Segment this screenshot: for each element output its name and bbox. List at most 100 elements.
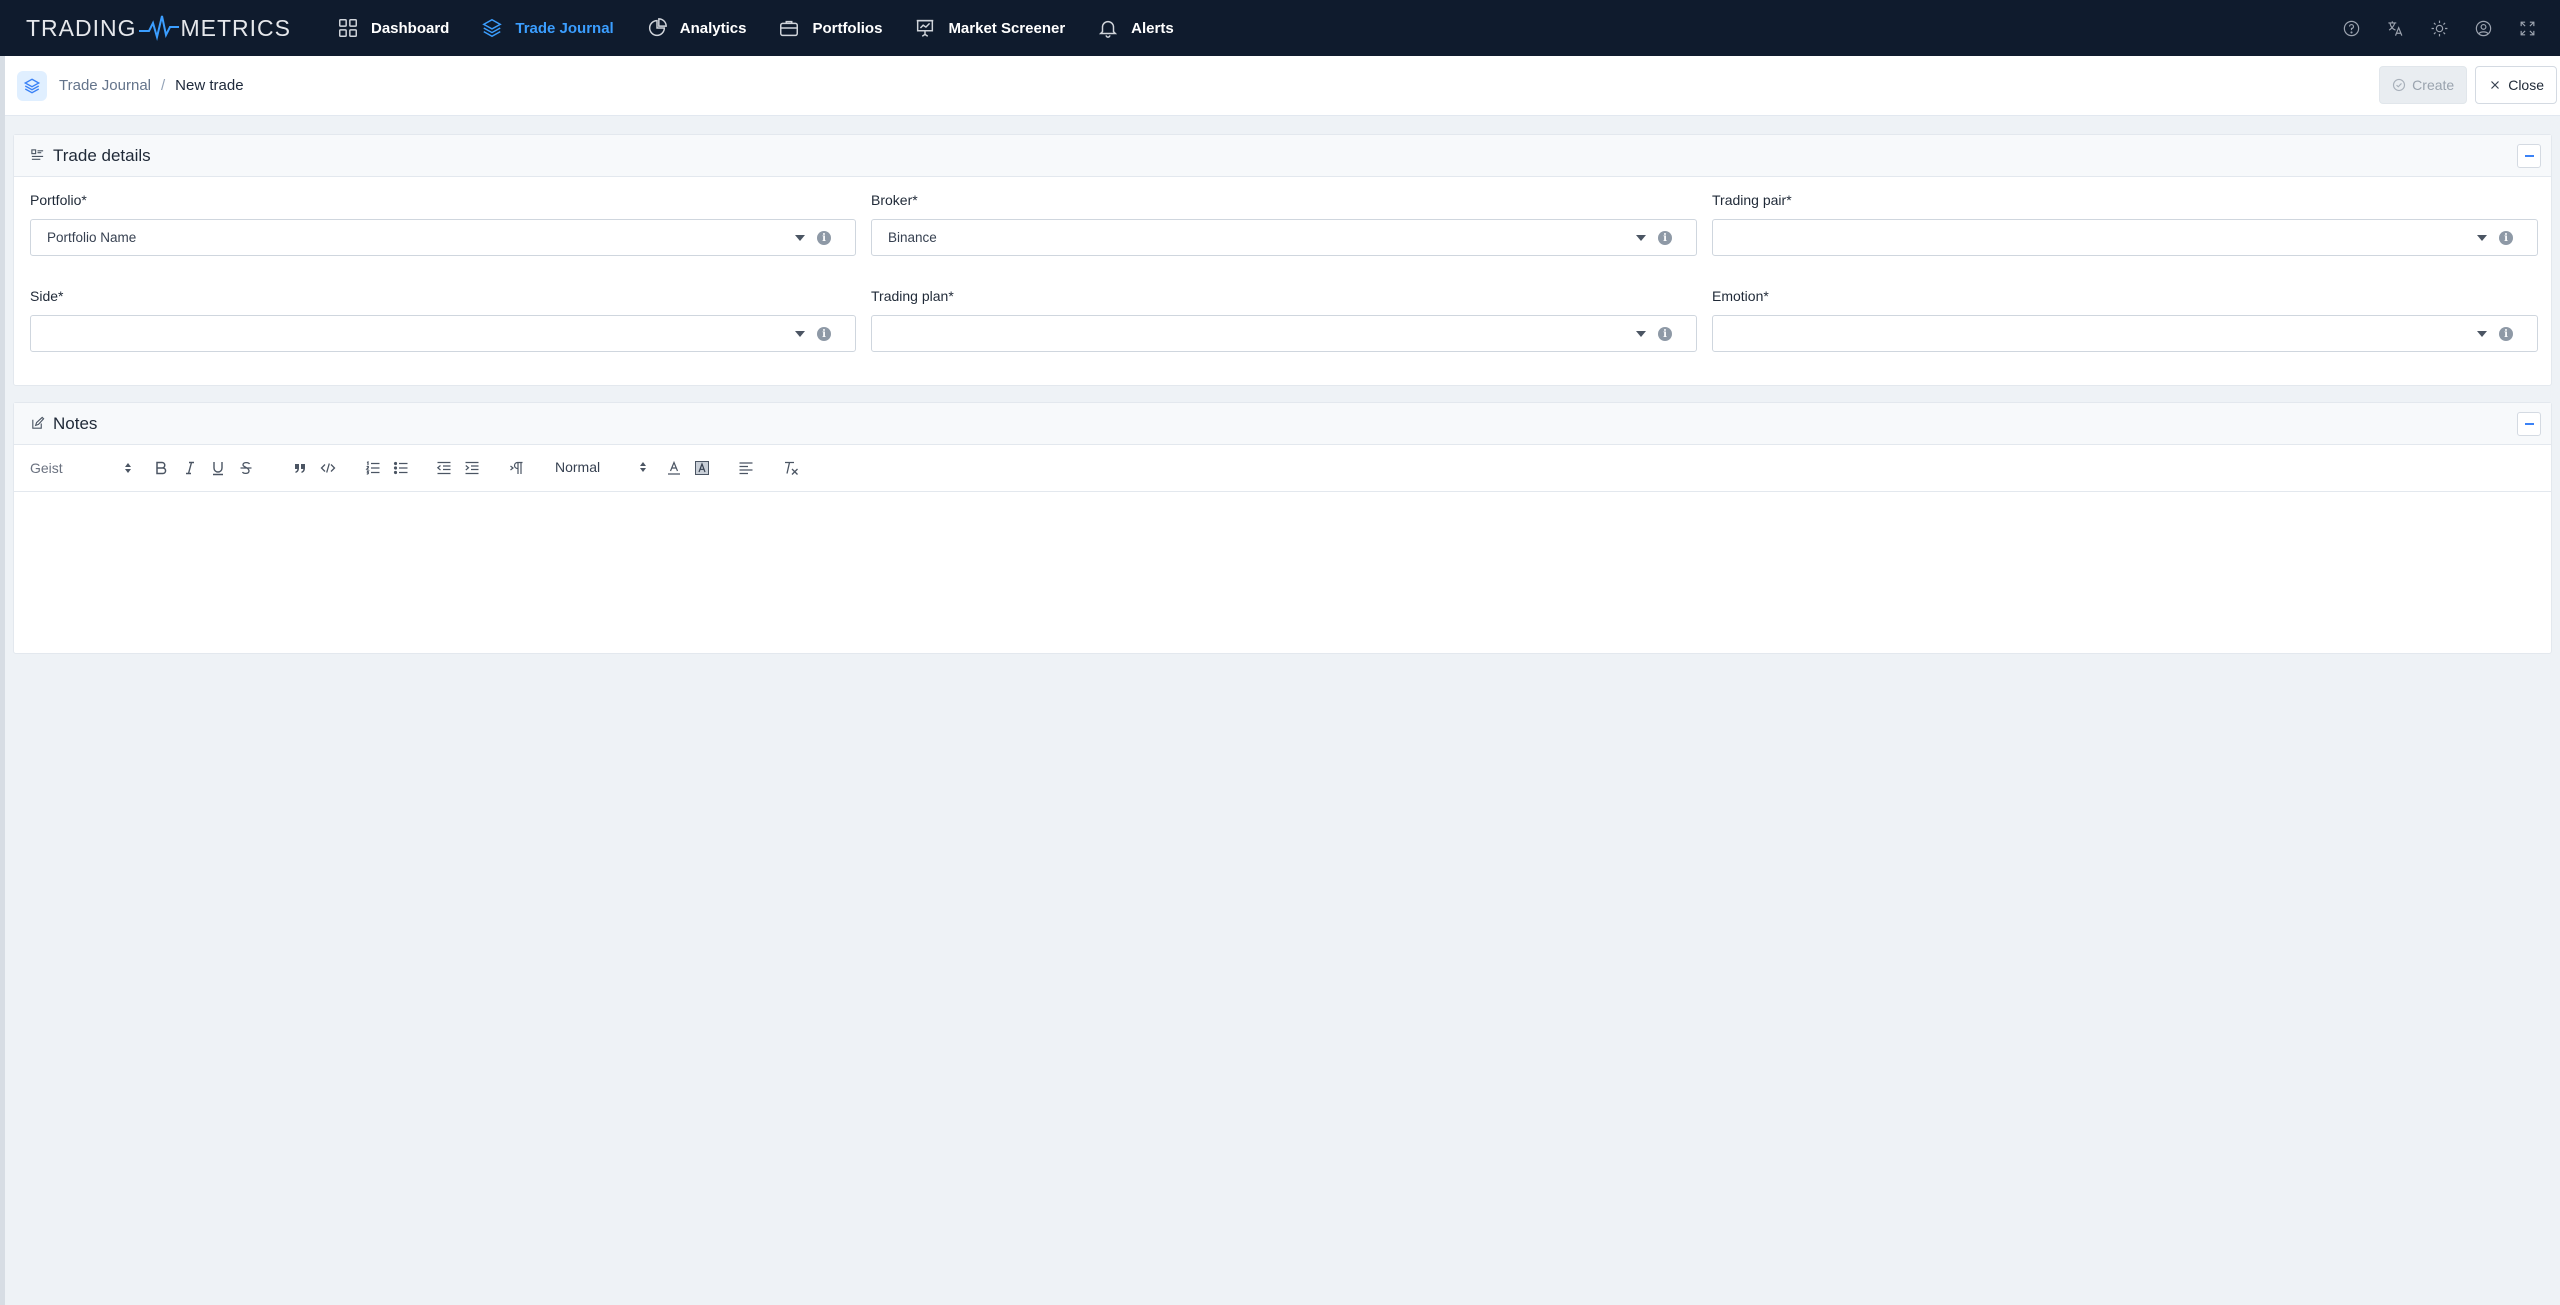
text-size-value: Normal [555,459,601,475]
trading-plan-select[interactable]: i [871,315,1697,352]
emotion-select[interactable]: i [1712,315,2538,352]
fullscreen-button[interactable] [2516,17,2538,39]
layers-icon [482,18,503,38]
create-button-label: Create [2412,77,2455,93]
bell-icon [1099,20,1118,38]
theme-toggle-button[interactable] [2428,17,2450,39]
blockquote-button[interactable] [291,459,309,477]
updown-icon [125,463,131,473]
info-icon[interactable]: i [817,231,831,245]
strikethrough-button[interactable] [237,459,255,477]
trade-details-collapse-button[interactable] [2517,144,2541,168]
bold-button[interactable] [152,459,170,477]
broker-field: Broker* Binance i [871,192,1697,256]
ordered-list-button[interactable] [364,459,382,477]
info-icon[interactable]: i [2499,231,2513,245]
indent-button[interactable] [463,459,481,477]
edit-icon [32,416,45,429]
nav-market-screener-label: Market Screener [948,19,1066,37]
create-button[interactable]: Create [2379,66,2468,104]
nav-trade-journal[interactable]: Trade Journal [465,0,629,56]
outdent-button[interactable] [435,459,453,477]
close-button[interactable]: Close [2475,66,2557,104]
close-button-label: Close [2508,77,2544,93]
align-left-icon [739,462,753,475]
text-direction-icon [510,461,523,474]
language-button[interactable] [2384,17,2406,39]
breadcrumb-trade-journal-link[interactable]: Trade Journal [59,77,151,94]
nav-analytics[interactable]: Analytics [630,0,763,56]
notes-title: Notes [53,413,98,433]
nav-alerts[interactable]: Alerts [1081,0,1190,56]
grid-icon [339,19,357,37]
broker-select[interactable]: Binance i [871,219,1697,256]
layers-icon [23,77,41,94]
font-family-select[interactable]: Geist [30,460,131,476]
nav-portfolios-label: Portfolios [812,19,883,37]
trade-details-header: Trade details [14,135,2551,177]
notes-editor[interactable] [14,492,2551,650]
portfolio-select[interactable]: Portfolio Name i [30,219,856,256]
account-button[interactable] [2472,17,2494,39]
emotion-label: Emotion* [1712,288,1769,304]
caret-down-icon [1636,235,1646,241]
text-direction-button[interactable] [508,459,526,477]
portfolio-select-value: Portfolio Name [47,230,137,245]
info-icon[interactable]: i [817,327,831,341]
form-details-icon [31,149,44,160]
nav-dashboard[interactable]: Dashboard [321,0,465,56]
strikethrough-icon [240,461,252,475]
info-icon[interactable]: i [1658,327,1672,341]
text-color-button[interactable] [665,459,683,477]
logo[interactable]: TRADING METRICS [26,13,291,43]
text-color-icon [668,460,680,475]
bullet-list-button[interactable] [392,459,410,477]
breadcrumb-current: New trade [175,77,244,94]
trading-pair-select[interactable]: i [1712,219,2538,256]
broker-select-value: Binance [888,230,937,245]
side-label: Side* [30,288,64,304]
info-icon[interactable]: i [1658,231,1672,245]
notes-collapse-button[interactable] [2517,412,2541,436]
clear-format-icon [785,461,798,475]
nav-analytics-label: Analytics [679,19,747,37]
translate-icon [2387,20,2402,36]
nav-portfolios[interactable]: Portfolios [762,0,898,56]
nav-market-screener[interactable]: Market Screener [898,0,1081,56]
caret-down-icon [1636,331,1646,337]
code-icon [320,463,336,473]
background-color-icon [695,461,709,475]
pulse-logo-icon [138,15,179,41]
help-button[interactable] [2340,17,2362,39]
trading-plan-label: Trading plan* [871,288,954,304]
portfolio-field: Portfolio* Portfolio Name i [30,192,856,256]
check-circle-icon [2393,78,2406,92]
italic-button[interactable] [181,459,199,477]
trade-details-panel: Trade details Portfolio* Portfolio Name … [13,134,2552,386]
clear-formatting-button[interactable] [782,459,800,477]
nav-trade-journal-label: Trade Journal [515,19,614,37]
background-color-button[interactable] [693,459,711,477]
trading-plan-field: Trading plan* i [871,288,1697,352]
info-icon[interactable]: i [2499,327,2513,341]
breadcrumb-icon [17,70,47,101]
code-button[interactable] [319,459,337,477]
bold-icon [156,461,167,475]
minus-icon [2524,155,2534,157]
notes-panel: Notes Geist Normal [13,402,2552,654]
side-select[interactable]: i [30,315,856,352]
help-icon [2343,20,2359,36]
text-size-select[interactable]: Normal [555,459,646,475]
notes-header: Notes [14,403,2551,445]
ordered-list-icon [365,461,380,475]
underline-button[interactable] [209,459,227,477]
breadcrumb-separator: / [161,77,166,94]
presentation-chart-icon [917,19,934,37]
outdent-icon [436,461,451,475]
caret-down-icon [2477,331,2487,337]
pie-chart-icon [648,18,667,37]
align-button[interactable] [737,459,755,477]
nav-alerts-label: Alerts [1131,19,1174,37]
quote-icon [295,464,305,473]
updown-icon [640,462,646,472]
